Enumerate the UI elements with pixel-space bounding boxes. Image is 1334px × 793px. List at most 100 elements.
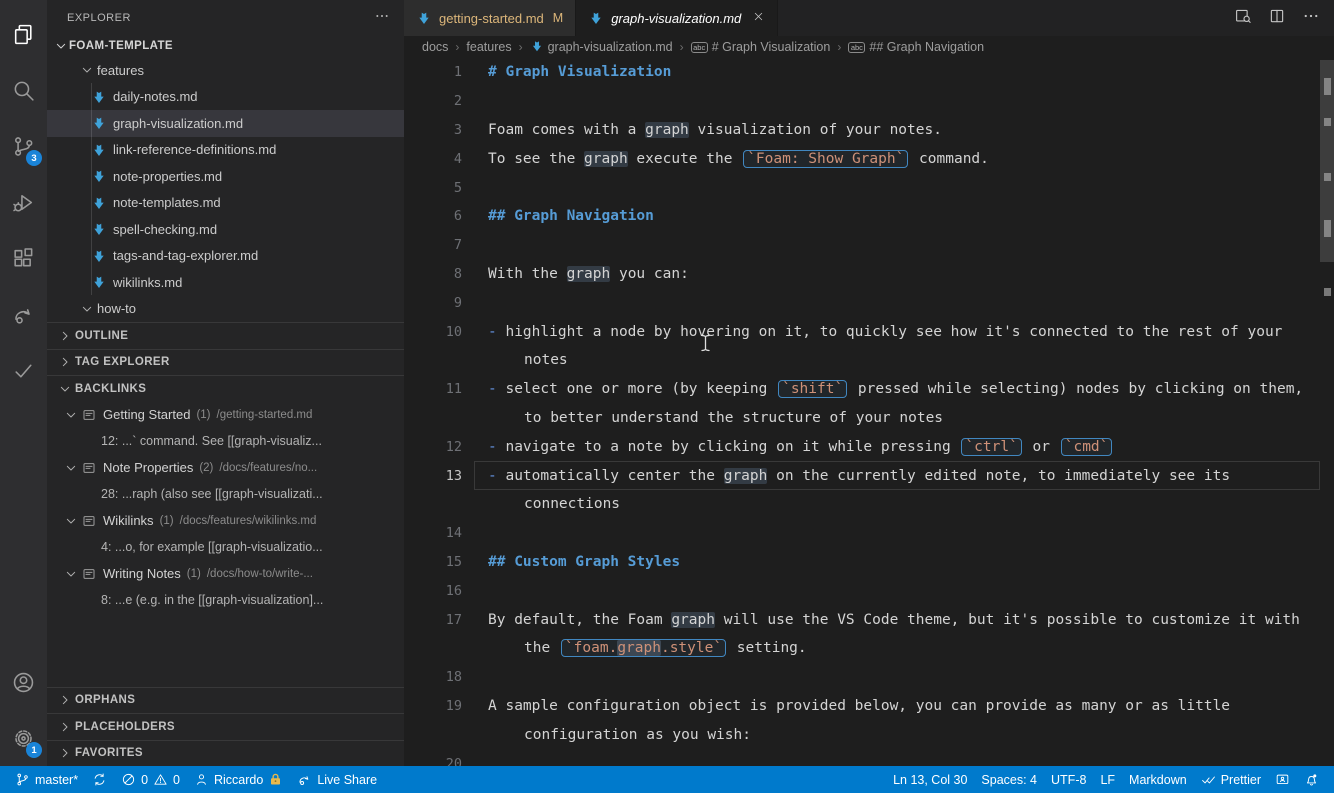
close-tab-icon[interactable] (752, 10, 765, 26)
activity-explorer[interactable] (0, 6, 47, 62)
status-indentation[interactable]: Spaces: 4 (974, 766, 1044, 793)
status-eol[interactable]: LF (1093, 766, 1122, 793)
tree-item-how-to[interactable]: how-to (47, 296, 404, 323)
editor-line-12[interactable]: 12- navigate to a note by clicking on it… (404, 432, 1334, 461)
live-share-user-icon (197, 774, 206, 785)
breadcrumb-item[interactable]: abc ## Graph Navigation (848, 40, 984, 54)
activity-settings[interactable]: 1 (0, 710, 47, 766)
breadcrumb-item[interactable]: features (466, 40, 511, 54)
backlink-reference[interactable]: 28: ...raph (also see [[graph-visualizat… (47, 481, 404, 508)
editor-line-6[interactable]: 6 ## Graph Navigation (404, 202, 1334, 231)
status-cursor-position[interactable]: Ln 13, Col 30 (886, 766, 974, 793)
editor-line-9[interactable]: 9 (404, 288, 1334, 317)
tab-graph-visualization-md[interactable]: graph-visualization.md (576, 0, 779, 36)
editor-line-wrap[interactable]: configuration as you wish: (404, 720, 1334, 749)
line-number: 18 (445, 669, 462, 686)
markdown-file-icon (94, 276, 104, 289)
editor-line-wrap[interactable]: connections (404, 490, 1334, 519)
editor-line-wrap[interactable]: to better understand the structure of yo… (404, 404, 1334, 433)
backlink-getting-started[interactable]: Getting Started (1)/getting-started.md (47, 402, 404, 429)
editor-line-17[interactable]: 17 By default, the Foam graph will use th… (404, 605, 1334, 634)
line-number: 9 (453, 294, 462, 311)
editor-pane[interactable]: 1 # Graph Visualization 2 3 Foam comes with … (404, 58, 1334, 766)
editor-line-3[interactable]: 3 Foam comes with a graph visualization o… (404, 116, 1334, 145)
activity-bar-spacer (0, 398, 47, 654)
live-share-user-2-icon (271, 773, 281, 785)
status-encoding[interactable]: UTF-8 (1044, 766, 1093, 793)
section-orphans[interactable]: ORPHANS (47, 686, 404, 714)
status-live-share-user[interactable]: Riccardo (187, 766, 290, 793)
breadcrumb-item[interactable]: docs (422, 40, 448, 54)
status-prettier[interactable]: Prettier (1194, 766, 1268, 793)
section-favorites[interactable]: FAVORITES (47, 739, 404, 767)
backlink-writing-notes[interactable]: Writing Notes (1)/docs/how-to/write-... (47, 561, 404, 588)
tree-item-note-properties-md[interactable]: note-properties.md (47, 163, 404, 190)
backlink-wikilinks[interactable]: Wikilinks (1)/docs/features/wikilinks.md (47, 508, 404, 535)
editor-line-8[interactable]: 8 With the graph you can: (404, 260, 1334, 289)
backlink-reference[interactable]: 8: ...e (e.g. in the [[graph-visualizati… (47, 587, 404, 614)
tree-item-wikilinks-md[interactable]: wikilinks.md (47, 269, 404, 296)
source-control-badge: 3 (26, 150, 42, 166)
backlink-reference[interactable]: 12: ...` command. See [[graph-visualiz..… (47, 428, 404, 455)
editor-line-19[interactable]: 19 A sample configuration object is provi… (404, 692, 1334, 721)
line-number: 13 (445, 467, 462, 484)
editor-line-10[interactable]: 10- highlight a node by hovering on it, … (404, 317, 1334, 346)
activity-run-debug[interactable] (0, 174, 47, 230)
tab-getting-started-md[interactable]: getting-started.md M (404, 0, 577, 36)
inline-code: `shift` (778, 380, 848, 399)
line-number: 11 (445, 381, 462, 398)
status-problems[interactable]: 00 (114, 766, 187, 793)
tree-item-tags-and-tag-explorer-md[interactable]: tags-and-tag-explorer.md (47, 243, 404, 270)
file-tree: features daily-notes.md graph-visualizatio… (47, 57, 404, 322)
editor-line-18[interactable]: 18 (404, 663, 1334, 692)
editor-line-1[interactable]: 1 # Graph Visualization (404, 58, 1334, 87)
status-git-branch[interactable]: master* (8, 766, 85, 793)
editor-line-13[interactable]: 13- automatically center the graph on th… (404, 461, 1334, 490)
more-actions-icon[interactable] (374, 8, 390, 27)
tree-item-note-templates-md[interactable]: note-templates.md (47, 190, 404, 217)
status-live-share[interactable]: Live Share (290, 766, 384, 793)
activity-search[interactable] (0, 62, 47, 118)
editor-line-16[interactable]: 16 (404, 576, 1334, 605)
activity-extensions[interactable] (0, 230, 47, 286)
backlink-note-properties[interactable]: Note Properties (2)/docs/features/no... (47, 455, 404, 482)
editor-line-wrap[interactable]: notes (404, 346, 1334, 375)
editor-line-7[interactable]: 7 (404, 231, 1334, 260)
status-notifications[interactable] (1297, 766, 1326, 793)
activity-live-share[interactable] (0, 286, 47, 342)
section-placeholders[interactable]: PLACEHOLDERS (47, 713, 404, 740)
tree-item-spell-checking-md[interactable]: spell-checking.md (47, 216, 404, 243)
tree-item-graph-visualization-md[interactable]: graph-visualization.md (47, 110, 404, 137)
section-outline[interactable]: OUTLINE (47, 322, 404, 349)
status-feedback[interactable] (1268, 766, 1297, 793)
editor-line-14[interactable]: 14 (404, 519, 1334, 548)
breadcrumb-item[interactable]: graph-visualization.md (530, 39, 673, 56)
editor-line-15[interactable]: 15 ## Custom Graph Styles (404, 548, 1334, 577)
tree-item-link-reference-definitions-md[interactable]: link-reference-definitions.md (47, 137, 404, 164)
markdown-file-icon (94, 170, 104, 183)
editor-scrollbar[interactable] (1320, 58, 1334, 766)
editor-line-wrap[interactable]: the `foam. graph .style` setting. (404, 634, 1334, 663)
editor-line-11[interactable]: 11- select one or more (by keeping `shif… (404, 375, 1334, 404)
backlink-reference[interactable]: 4: ...o, for example [[graph-visualizati… (47, 534, 404, 561)
editor-line-2[interactable]: 2 (404, 87, 1334, 116)
split-editor-button[interactable] (1268, 7, 1286, 30)
sidebar-header: EXPLORER (47, 0, 404, 35)
workspace-root-row[interactable]: FOAM-TEMPLATE (47, 35, 404, 57)
open-preview-button[interactable] (1234, 7, 1252, 30)
activity-account[interactable] (0, 654, 47, 710)
activity-source-control[interactable]: 3 (0, 118, 47, 174)
status-language-mode[interactable]: Markdown (1122, 766, 1194, 793)
activity-tasks[interactable] (0, 342, 47, 398)
more-actions-button[interactable] (1302, 7, 1320, 30)
breadcrumb-item[interactable]: abc # Graph Visualization (690, 40, 830, 54)
editor-line-20[interactable]: 20 (404, 749, 1334, 766)
editor-line-4[interactable]: 4 To see the graph execute the `Foam: Sho… (404, 144, 1334, 173)
section-backlinks[interactable]: BACKLINKS (47, 375, 404, 402)
tree-item-daily-notes-md[interactable]: daily-notes.md (47, 84, 404, 111)
editor-line-5[interactable]: 5 (404, 173, 1334, 202)
section-tag-explorer[interactable]: TAG EXPLORER (47, 348, 404, 376)
status-sync[interactable] (85, 766, 114, 793)
tree-item-features[interactable]: features (47, 57, 404, 84)
